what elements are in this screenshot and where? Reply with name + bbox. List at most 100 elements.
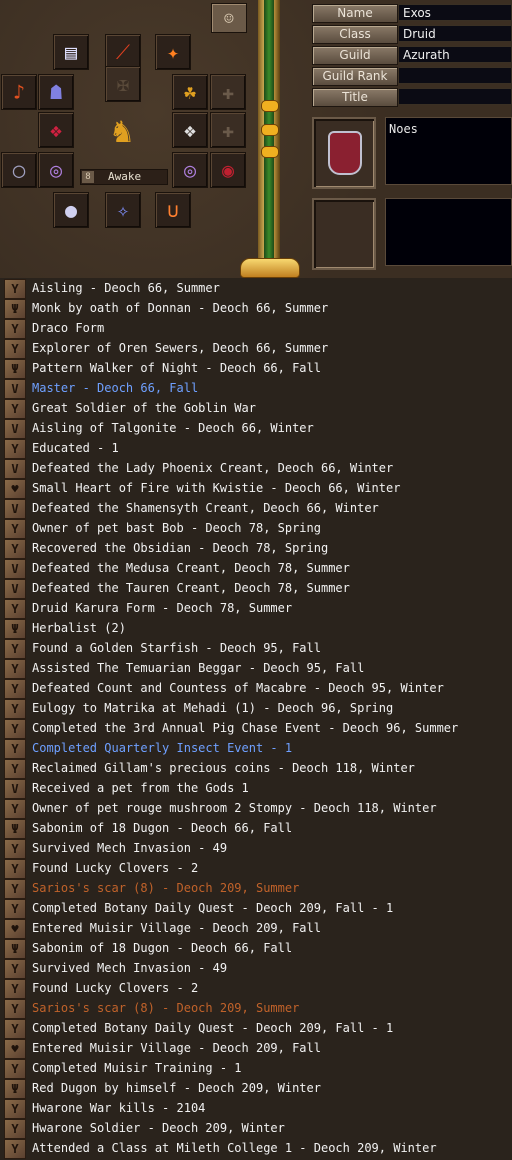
profile-message-2[interactable] xyxy=(385,198,512,266)
legend-mark-row: Y Recovered the Obsidian - Deoch 78, Spri… xyxy=(0,538,512,559)
dagger-icon: ⟋ xyxy=(116,40,130,64)
legend-mark-row: Y Found Lucky Clovers - 2 xyxy=(0,978,512,999)
equipment-slot[interactable]: ✚ xyxy=(210,74,246,110)
nation-emblem-slot[interactable] xyxy=(312,117,376,189)
legend-marks-list[interactable]: Y Aisling - Deoch 66, Summer Ψ Monk by oath… xyxy=(0,278,512,1159)
legend-mark-row: Y Draco Form xyxy=(0,318,512,339)
profile-message[interactable]: Noes xyxy=(385,117,512,185)
purple-bracelet-icon: ◎ xyxy=(49,158,63,182)
equipment-slot[interactable]: ❖ xyxy=(38,112,74,148)
legend-mark-text: Pattern Walker of Night - Deoch 66, Fall xyxy=(32,361,321,375)
legend-mark-text: Completed Botany Daily Quest - Deoch 209… xyxy=(32,1021,394,1035)
aisling-mark-icon: Y xyxy=(4,979,26,999)
legend-mark-text: Owner of pet rouge mushroom 2 Stompy - D… xyxy=(32,801,437,815)
empty-ring-slot-icon: ✚ xyxy=(221,80,235,104)
equipment-slot[interactable]: ● xyxy=(53,192,89,228)
equipment-slot[interactable]: ♪ xyxy=(1,74,37,110)
legend-mark-text: Hwarone War kills - 2104 xyxy=(32,1101,206,1115)
character-panel: ☺ ▤ ⟋ ✦ ♪ ☗ ✠ ☘ ✚ ❖ ❖ ✚ ◯ ◎ ◎ ◉ ● ✧ ∪ ♞ 8 Awake Name Exos … xyxy=(0,0,512,278)
legend-mark-text: Red Dugon by himself - Deoch 209, Winter xyxy=(32,1081,321,1095)
legend-mark-text: Completed the 3rd Annual Pig Chase Event… xyxy=(32,721,459,735)
legend-mark-text: Completed Muisir Training - 1 xyxy=(32,1061,242,1075)
aisling-mark-icon: Y xyxy=(4,859,26,879)
equipment-slot[interactable]: ⟋ xyxy=(105,34,141,70)
legend-mark-row: ♥ Entered Muisir Village - Deoch 209, Fal… xyxy=(0,1038,512,1059)
legend-mark-row: ♥ Entered Muisir Village - Deoch 209, Fal… xyxy=(0,918,512,939)
aisling-mark-icon: Y xyxy=(4,279,26,299)
guild-rank-label: Guild Rank xyxy=(312,67,398,86)
legend-mark-text: Entered Muisir Village - Deoch 209, Fall xyxy=(32,1041,321,1055)
legend-mark-text: Received a pet from the Gods 1 xyxy=(32,781,249,795)
legend-mark-text: Found a Golden Starfish - Deoch 95, Fall xyxy=(32,641,321,655)
aisling-mark-icon: Y xyxy=(4,1019,26,1039)
flame-staff-icon: ✦ xyxy=(166,40,180,64)
empty-helm-slot-icon: ✠ xyxy=(116,72,130,96)
legend-mark-row: Y Aisling - Deoch 66, Summer xyxy=(0,278,512,299)
portrait-slot[interactable] xyxy=(312,198,376,270)
equipment-slot[interactable]: ◉ xyxy=(210,152,246,188)
red-gem-ring-icon: ◉ xyxy=(221,158,235,182)
pillar-base xyxy=(240,258,300,278)
state-label: Awake xyxy=(108,170,142,183)
legend-mark-text: Sarios's scar (8) - Deoch 209, Summer xyxy=(32,881,300,895)
pillar-knob-icon xyxy=(261,124,279,136)
legend-mark-row: Y Eulogy to Matrika at Mehadi (1) - Deoch… xyxy=(0,698,512,719)
legend-mark-text: Defeated the Lady Phoenix Creant, Deoch … xyxy=(32,461,394,475)
equipment-slot[interactable]: ☗ xyxy=(38,74,74,110)
aisling-mark-icon: Y xyxy=(4,1099,26,1119)
title-field[interactable] xyxy=(398,88,512,105)
equipment-slot[interactable]: ☘ xyxy=(172,74,208,110)
legend-mark-text: Assisted The Temuarian Beggar - Deoch 95… xyxy=(32,661,365,675)
legend-mark-row: Y Found a Golden Starfish - Deoch 95, Fal… xyxy=(0,638,512,659)
equipment-slot[interactable]: ◎ xyxy=(38,152,74,188)
legend-mark-row: Y Sarios's scar (8) - Deoch 209, Summer xyxy=(0,998,512,1019)
equipment-slot[interactable]: ▤ xyxy=(53,34,89,70)
aisling-mark-icon: Y xyxy=(4,699,26,719)
name-label: Name xyxy=(312,4,398,23)
aisling-mark-icon: Y xyxy=(4,539,26,559)
legend-mark-text: Defeated the Shamensyth Creant, Deoch 66… xyxy=(32,501,379,515)
legend-mark-row: V Aisling of Talgonite - Deoch 66, Winter xyxy=(0,418,512,439)
equipment-slot[interactable]: ◯ xyxy=(1,152,37,188)
legend-mark-row: Y Defeated Count and Countess of Macabre … xyxy=(0,678,512,699)
legend-mark-row: Y Owner of pet bast Bob - Deoch 78, Sprin… xyxy=(0,518,512,539)
legend-mark-row: Ψ Red Dugon by himself - Deoch 209, Winte… xyxy=(0,1078,512,1099)
legend-mark-row: V Received a pet from the Gods 1 xyxy=(0,778,512,799)
orange-necklace-icon: ∪ xyxy=(166,198,180,222)
equipment-slot[interactable]: ✠ xyxy=(105,66,141,102)
aisling-mark-icon: Y xyxy=(4,1119,26,1139)
aisling-mark-icon: Y xyxy=(4,1139,26,1159)
legend-mark-text: Great Soldier of the Goblin War xyxy=(32,401,256,415)
equipment-slot[interactable]: ❖ xyxy=(172,112,208,148)
purple-bracelet-icon: ◎ xyxy=(183,158,197,182)
legend-mark-row: Y Druid Karura Form - Deoch 78, Summer xyxy=(0,598,512,619)
legend-mark-text: Master - Deoch 66, Fall xyxy=(32,381,199,395)
legend-mark-row: ♥ Small Heart of Fire with Kwistie - Deoc… xyxy=(0,478,512,499)
aisling-mark-icon: Y xyxy=(4,1059,26,1079)
legend-mark-text: Survived Mech Invasion - 49 xyxy=(32,961,228,975)
legend-mark-text: Monk by oath of Donnan - Deoch 66, Summe… xyxy=(32,301,329,315)
legend-mark-row: Ψ Monk by oath of Donnan - Deoch 66, Summ… xyxy=(0,298,512,319)
equipment-slot[interactable]: ◎ xyxy=(172,152,208,188)
equipment-slot[interactable]: ✚ xyxy=(210,112,246,148)
aisling-mark-icon: Y xyxy=(4,759,26,779)
white-armor-icon: ▤ xyxy=(64,40,78,64)
title-label[interactable]: Title xyxy=(312,88,398,107)
legend-mark-text: Reclaimed Gillam's precious coins - Deoc… xyxy=(32,761,415,775)
legend-mark-text: Completed Botany Daily Quest - Deoch 209… xyxy=(32,901,394,915)
legend-mark-text: Educated - 1 xyxy=(32,441,119,455)
legend-mark-row: Y Survived Mech Invasion - 49 xyxy=(0,958,512,979)
legend-mark-row: Y Explorer of Oren Sewers, Deoch 66, Summ… xyxy=(0,338,512,359)
legend-mark-row: Y Reclaimed Gillam's precious coins - Deo… xyxy=(0,758,512,779)
equipment-slot[interactable]: ✦ xyxy=(155,34,191,70)
red-boot-icon: ♪ xyxy=(12,80,26,104)
legend-mark-text: Defeated the Tauren Creant, Deoch 78, Su… xyxy=(32,581,350,595)
guild-field: Azurath xyxy=(398,46,512,63)
group-toggle-button[interactable]: ☺ xyxy=(211,3,247,33)
equipment-slot[interactable]: ✧ xyxy=(105,192,141,228)
legend-mark-row: Y Completed Botany Daily Quest - Deoch 20… xyxy=(0,1018,512,1039)
equipment-slot[interactable]: ∪ xyxy=(155,192,191,228)
legend-mark-text: Defeated Count and Countess of Macabre -… xyxy=(32,681,444,695)
aisling-mark-icon: Y xyxy=(4,839,26,859)
legend-mark-row: Ψ Sabonim of 18 Dugon - Deoch 66, Fall xyxy=(0,818,512,839)
